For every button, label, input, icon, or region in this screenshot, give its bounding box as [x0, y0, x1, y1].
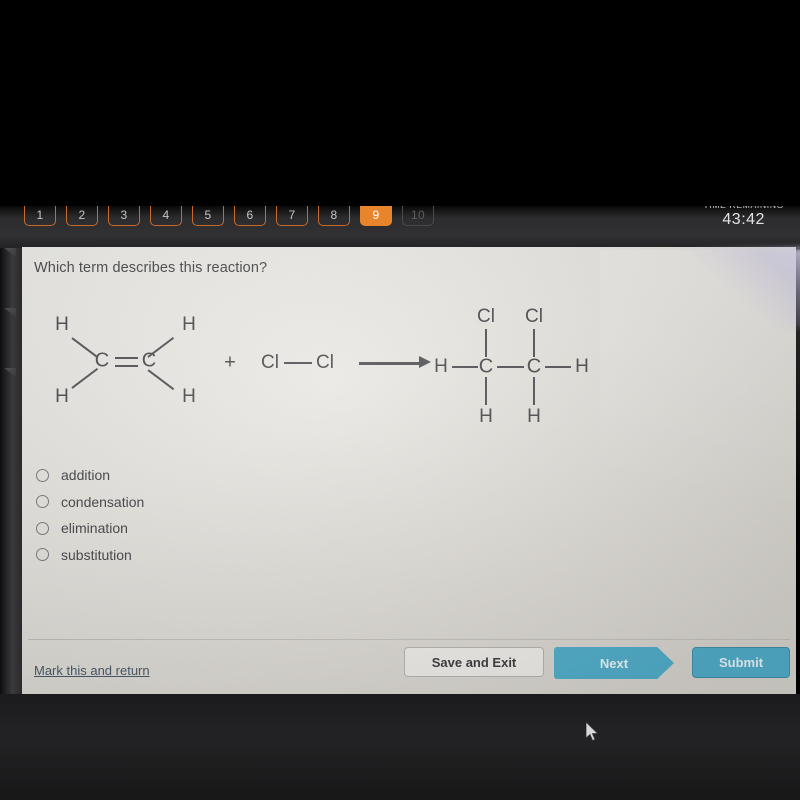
- option-addition[interactable]: addition: [36, 462, 144, 489]
- bond-h-c-topleft: [71, 337, 99, 359]
- product-carbon-left: C: [478, 355, 494, 378]
- bond-c-h-bottomleft: [485, 377, 488, 405]
- radio-button-icon[interactable]: [36, 521, 49, 535]
- reaction-diagram: H H C C H H + Cl Cl Cl Cl H C C H H H: [22, 306, 796, 437]
- bond-h-c-topright: [147, 336, 175, 358]
- question-tab-10: 10: [402, 206, 434, 226]
- product-h-right: H: [575, 356, 589, 377]
- option-condensation[interactable]: condensation: [36, 489, 144, 516]
- reactant1-h-bottomright: H: [182, 386, 196, 407]
- radio-button-icon[interactable]: [36, 548, 49, 562]
- product-h-bottomright: H: [527, 406, 541, 427]
- question-tab-8[interactable]: 8: [318, 206, 350, 226]
- reactant2-cl-left: Cl: [261, 352, 279, 373]
- reactant1-h-topright: H: [182, 314, 196, 335]
- option-elimination[interactable]: elimination: [36, 515, 144, 542]
- bond-cl-cl: [284, 362, 312, 365]
- bond-h-c-bottomleft: [71, 367, 99, 389]
- monitor-bezel-left: [0, 208, 22, 696]
- product-carbon-right: C: [526, 355, 542, 378]
- bond-cl-c-right: [533, 329, 536, 357]
- answer-options: addition condensation elimination substi…: [36, 462, 144, 568]
- reactant2-cl-right: Cl: [316, 352, 334, 373]
- time-remaining-label: TIME REMAINING: [703, 206, 784, 210]
- radio-button-icon[interactable]: [36, 495, 49, 509]
- question-tab-3[interactable]: 3: [108, 206, 140, 226]
- product-cl-topright: Cl: [525, 306, 543, 327]
- time-remaining-value: 43:42: [722, 211, 765, 228]
- radio-button-icon[interactable]: [36, 468, 49, 482]
- save-and-exit-button[interactable]: Save and Exit: [404, 647, 544, 677]
- double-bond-upper: [115, 357, 138, 360]
- option-label: addition: [61, 467, 111, 484]
- question-tab-2[interactable]: 2: [66, 206, 98, 226]
- desk-surface: [0, 694, 800, 800]
- footer-divider: [28, 639, 790, 640]
- question-tab-1[interactable]: 1: [24, 206, 56, 226]
- time-remaining: TIME REMAINING 43:42: [703, 206, 784, 229]
- question-tab-5[interactable]: 5: [192, 206, 224, 226]
- quiz-topbar: 1 2 3 4 5 6 7 8 9 10 TIME REMAINING 43:4…: [0, 206, 800, 248]
- product-h-bottomleft: H: [479, 406, 493, 427]
- mark-this-and-return-link[interactable]: Mark this and return: [34, 663, 150, 678]
- reaction-arrow-line: [359, 362, 421, 365]
- product-h-left: H: [434, 356, 448, 377]
- quiz-content-page: Which term describes this reaction? H H …: [22, 247, 796, 695]
- question-prompt: Which term describes this reaction?: [34, 260, 268, 276]
- reaction-arrow-head: [419, 356, 431, 368]
- option-label: elimination: [61, 520, 128, 537]
- option-substitution[interactable]: substitution: [36, 542, 144, 569]
- reactant1-h-bottomleft: H: [55, 386, 69, 407]
- question-tab-7[interactable]: 7: [276, 206, 308, 226]
- bond-c-c: [497, 366, 524, 369]
- option-label: substitution: [61, 546, 132, 563]
- mouse-cursor-icon: [586, 722, 599, 742]
- double-bond-lower: [115, 365, 138, 368]
- bond-h-c-bottomright: [147, 369, 175, 391]
- photographed-screen: 1 2 3 4 5 6 7 8 9 10 TIME REMAINING 43:4…: [0, 0, 800, 800]
- question-tab-list: 1 2 3 4 5 6 7 8 9 10: [24, 206, 434, 226]
- bond-h-c-left: [452, 366, 478, 369]
- question-tab-9[interactable]: 9: [360, 206, 392, 226]
- product-cl-topleft: Cl: [477, 306, 495, 327]
- option-label: condensation: [61, 493, 145, 510]
- plus-operator: +: [224, 351, 236, 374]
- question-tab-6[interactable]: 6: [234, 206, 266, 226]
- bond-cl-c-left: [485, 329, 488, 357]
- bond-c-h-right: [545, 366, 571, 369]
- question-tab-4[interactable]: 4: [150, 206, 182, 226]
- bond-c-h-bottomright: [533, 377, 536, 405]
- next-button[interactable]: Next: [554, 647, 674, 679]
- submit-button[interactable]: Submit: [692, 647, 790, 678]
- reactant1-h-topleft: H: [55, 314, 69, 335]
